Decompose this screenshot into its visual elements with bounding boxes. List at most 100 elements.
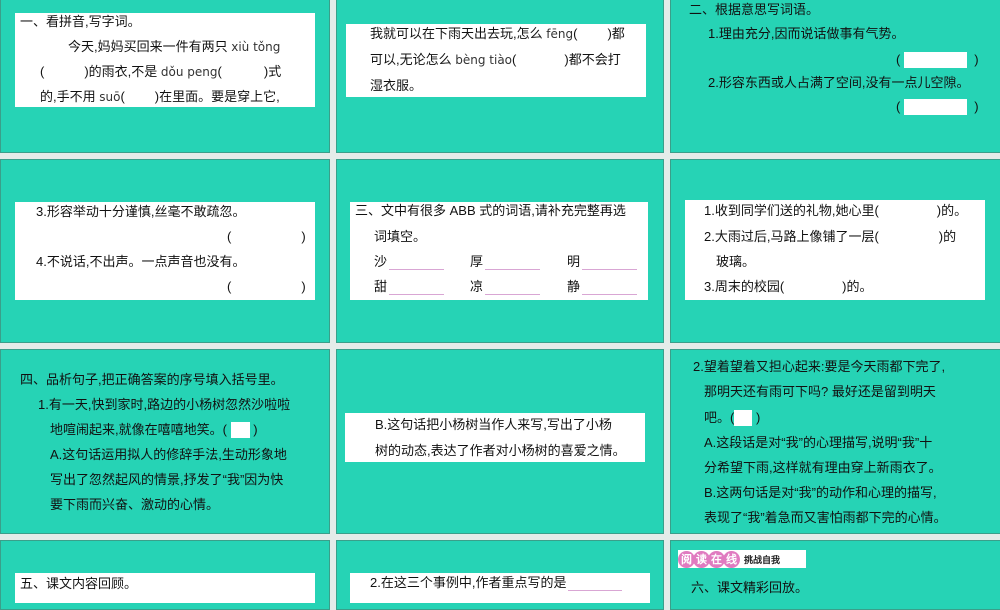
- word: 甜: [374, 279, 388, 294]
- text: (: [40, 64, 45, 79]
- text: )的: [938, 229, 957, 244]
- text-line: 可以,无论怎么 bèng tiào( )都不会打: [370, 51, 621, 69]
- text: (: [896, 99, 901, 114]
- blank-line[interactable]: [582, 255, 638, 270]
- section-title: 五、课文内容回顾。: [20, 576, 138, 591]
- text: 的,手不用: [40, 89, 96, 104]
- text: 可以,无论怎么: [370, 52, 452, 67]
- word: 静: [567, 279, 581, 294]
- text: 2.在这三个事例中,作者重点写的是: [370, 575, 567, 590]
- text: (: [217, 64, 222, 79]
- text-line: 吧。( ): [704, 409, 760, 427]
- option-b: B.这句话把小杨树当作人来写,写出了小杨: [375, 417, 612, 432]
- word-fill: 凉: [470, 278, 541, 296]
- text: ): [755, 410, 761, 425]
- pinyin: dǒu peng: [160, 65, 218, 79]
- answer-box[interactable]: [903, 99, 967, 115]
- word: 沙: [374, 254, 388, 269]
- text-line: 写出了忽然起风的情景,抒发了“我”因为快: [50, 472, 284, 487]
- answer-box[interactable]: [903, 52, 967, 68]
- text-line: 地喧闹起来,就像在嘻嘻地笑。( ): [50, 421, 258, 439]
- blank-line[interactable]: [389, 255, 445, 270]
- question: 2.形容东西或人占满了空间,没有一点儿空隙。: [708, 75, 970, 90]
- pinyin: bèng tiào: [455, 53, 513, 67]
- answer-box[interactable]: [230, 422, 250, 438]
- text: 吧。(: [704, 410, 735, 425]
- question: 2.望着望着又担心起来:要是今天雨都下完了,: [693, 359, 946, 374]
- text: ): [974, 52, 979, 67]
- answer-field[interactable]: (): [227, 228, 306, 246]
- text-line: 湿衣服。: [370, 78, 423, 93]
- word-fill: 甜: [374, 278, 445, 296]
- question: 2.在这三个事例中,作者重点写的是: [370, 574, 623, 592]
- text: )都不会打: [564, 52, 621, 67]
- blank-line[interactable]: [485, 255, 541, 270]
- text-line: 玻璃。: [716, 254, 756, 269]
- text: (: [227, 229, 232, 244]
- text-line: 分希望下雨,这样就有理由穿上新雨衣了。: [704, 460, 942, 475]
- option-b: B.这两句话是对“我”的动作和心理的描写,: [704, 485, 937, 500]
- text-line: 要下雨而兴奋、激动的心情。: [50, 497, 220, 512]
- pinyin: fēng: [546, 27, 574, 41]
- text: (: [512, 52, 517, 67]
- word: 厚: [470, 254, 484, 269]
- text: ): [301, 229, 306, 244]
- text: )的雨衣,不是: [84, 64, 158, 79]
- badge-subtitle: 挑战自我: [744, 554, 781, 565]
- blank-line[interactable]: [485, 280, 541, 295]
- answer-field: ( ): [896, 51, 979, 69]
- question: 3.形容举动十分谨慎,丝毫不敢疏忽。: [36, 204, 246, 219]
- blank-line[interactable]: [568, 576, 623, 591]
- section-title: 四、品析句子,把正确答案的序号填入括号里。: [20, 372, 284, 387]
- question: 1.收到同学们送的礼物,她心里( )的。: [704, 202, 967, 220]
- question: 3.周末的校园( )的。: [704, 278, 873, 296]
- text-line: 树的动态,表达了作者对小杨树的喜爱之情。: [375, 443, 626, 458]
- section-title: 三、文中有很多 ABB 式的词语,请补充完整再选: [355, 203, 626, 218]
- text: 今天,妈妈买回来一件有两只: [68, 39, 228, 54]
- blank-line[interactable]: [582, 280, 638, 295]
- question: 1.理由充分,因而说话做事有气势。: [708, 26, 905, 41]
- pinyin: suō: [99, 90, 121, 104]
- text: )的。: [936, 203, 968, 218]
- reading-online-badge: 阅 读 在 线 挑战自我: [678, 550, 806, 568]
- word: 明: [567, 254, 581, 269]
- text-line: 表现了“我”着急而又害怕雨都下完的心情。: [704, 510, 947, 525]
- text: )的。: [842, 279, 873, 294]
- text: 地喧闹起来,就像在嘻嘻地笑。(: [50, 422, 227, 437]
- blank-line[interactable]: [389, 280, 445, 295]
- text-line: 的,手不用 suō()在里面。要是穿上它,: [40, 88, 280, 106]
- text: (: [120, 89, 125, 104]
- section-title: 二、根据意思写词语。: [689, 2, 820, 17]
- question: 1.有一天,快到家时,路边的小杨树忽然沙啦啦: [38, 397, 291, 412]
- text: 3.周末的校园(: [704, 279, 785, 294]
- word-fill: 厚: [470, 253, 541, 271]
- word-fill: 沙: [374, 253, 445, 271]
- text: 1.收到同学们送的礼物,她心里(: [704, 203, 879, 218]
- text: )式: [263, 64, 282, 79]
- text: (: [227, 279, 232, 294]
- pinyin: xiù tǒng: [231, 40, 281, 54]
- text-line: 那明天还有雨可下吗? 最好还是留到明天: [704, 384, 936, 399]
- badge-char: 线: [723, 550, 740, 568]
- answer-field[interactable]: (): [227, 278, 306, 296]
- option-a: A.这句话运用拟人的修辞手法,生动形象地: [50, 447, 287, 462]
- word-fill: 明: [567, 253, 638, 271]
- section-title: 一、看拼音,写字词。: [20, 14, 141, 29]
- text-line: 今天,妈妈买回来一件有两只 xiù tǒng: [68, 38, 280, 56]
- text-line: 我就可以在下雨天出去玩,怎么 fēng()都: [370, 25, 625, 43]
- text: ): [253, 422, 258, 437]
- text-line: ()的雨衣,不是 dǒu peng()式: [40, 63, 281, 81]
- text: 2.大雨过后,马路上像铺了一层(: [704, 229, 879, 244]
- text: (: [896, 52, 901, 67]
- text: )都: [607, 26, 625, 41]
- section-title: 六、课文精彩回放。: [691, 580, 809, 595]
- text: ): [301, 279, 306, 294]
- question: 4.不说话,不出声。一点声音也没有。: [36, 254, 246, 269]
- text-line: 词填空。: [374, 229, 427, 244]
- question: 2.大雨过后,马路上像铺了一层( )的: [704, 228, 956, 246]
- option-a: A.这段话是对“我”的心理描写,说明“我”十: [704, 435, 933, 450]
- answer-box[interactable]: [734, 410, 753, 426]
- text: 我就可以在下雨天出去玩,怎么: [370, 26, 543, 41]
- text: ): [974, 99, 979, 114]
- word-fill: 静: [567, 278, 638, 296]
